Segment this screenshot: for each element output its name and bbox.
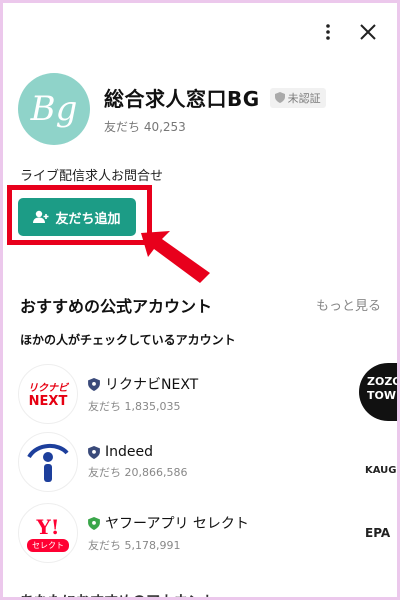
epark-logo[interactable]: EPA: [359, 508, 397, 566]
logo-text-top: Y!: [36, 514, 60, 539]
app-frame: Bg 総合求人窓口BG 未認証 友だち 40,253 ライブ配信求人お問合せ 友…: [0, 0, 400, 600]
more-link[interactable]: もっと見る: [316, 295, 381, 314]
header-actions: [317, 19, 379, 45]
item-text: ヤフーアプリ セレクト 友だち 5,178,991: [88, 513, 249, 553]
add-person-icon: [33, 210, 49, 223]
shield-icon: [88, 377, 100, 391]
zozotown-logo[interactable]: ZOZO TOWN: [359, 363, 397, 421]
side-logo-text: KAUG: [365, 465, 397, 476]
yahoo-select-logo: Y! セレクト: [18, 503, 78, 563]
more-vertical-icon[interactable]: [317, 19, 339, 45]
profile-info: 総合求人窓口BG 未認証 友だち 40,253: [104, 83, 326, 135]
indeed-mark-icon: [27, 444, 69, 482]
item-name: Indeed: [105, 444, 154, 460]
badge-label: 未認証: [287, 91, 321, 105]
shield-icon: [274, 92, 285, 103]
recommended-title: おすすめの公式アカウント: [20, 297, 213, 316]
profile-description: ライブ配信求人お問合せ: [20, 169, 164, 184]
list-item[interactable]: リクナビ NEXT リクナビNEXT 友だち 1,835,035: [18, 361, 358, 427]
item-friends: 友だち 5,178,991: [88, 539, 181, 552]
item-name-row: Indeed: [88, 444, 187, 460]
side-logo-text: EPA: [365, 526, 391, 540]
arrow-annotation-icon: [141, 231, 210, 283]
friends-count: 友だち 40,253: [104, 120, 186, 134]
list-item[interactable]: Indeed 友だち 20,866,586: [18, 429, 358, 495]
name-row: 総合求人窓口BG 未認証: [104, 83, 326, 112]
close-icon[interactable]: [357, 19, 379, 45]
next-section-title: あなたにおすすめのアカウント: [20, 591, 216, 597]
side-logo-text: ZOZO TOWN: [367, 375, 397, 402]
item-friends: 友だち 1,835,035: [88, 400, 181, 413]
item-text: Indeed 友だち 20,866,586: [88, 444, 187, 480]
item-name: リクナビNEXT: [105, 377, 199, 393]
kaug-logo[interactable]: KAUG: [359, 435, 397, 493]
logo-text-bottom: セレクト: [27, 538, 69, 552]
item-text: リクナビNEXT 友だち 1,835,035: [88, 374, 198, 414]
unverified-badge: 未認証: [269, 87, 326, 108]
account-name: 総合求人窓口BG: [104, 87, 260, 111]
list-item[interactable]: Y! セレクト ヤフーアプリ セレクト 友だち 5,178,991: [18, 500, 358, 566]
shield-icon: [88, 445, 100, 459]
rikunabi-logo: リクナビ NEXT: [18, 364, 78, 424]
item-name: ヤフーアプリ セレクト: [105, 516, 249, 532]
shield-icon: [88, 516, 100, 530]
item-friends: 友だち 20,866,586: [88, 466, 188, 479]
add-friend-label: 友だち追加: [55, 211, 121, 227]
profile-header: Bg 総合求人窓口BG 未認証 友だち 40,253: [18, 73, 326, 145]
recommended-subtitle: ほかの人がチェックしているアカウント: [20, 333, 236, 347]
logo-text-bottom: NEXT: [28, 394, 68, 409]
add-friend-button[interactable]: 友だち追加: [18, 198, 136, 236]
item-name-row: ヤフーアプリ セレクト: [88, 513, 249, 533]
avatar: Bg: [18, 73, 90, 145]
logo-text-top: リクナビ: [28, 383, 68, 394]
avatar-text: Bg: [30, 89, 78, 129]
item-name-row: リクナビNEXT: [88, 374, 198, 394]
indeed-logo: [18, 432, 78, 492]
